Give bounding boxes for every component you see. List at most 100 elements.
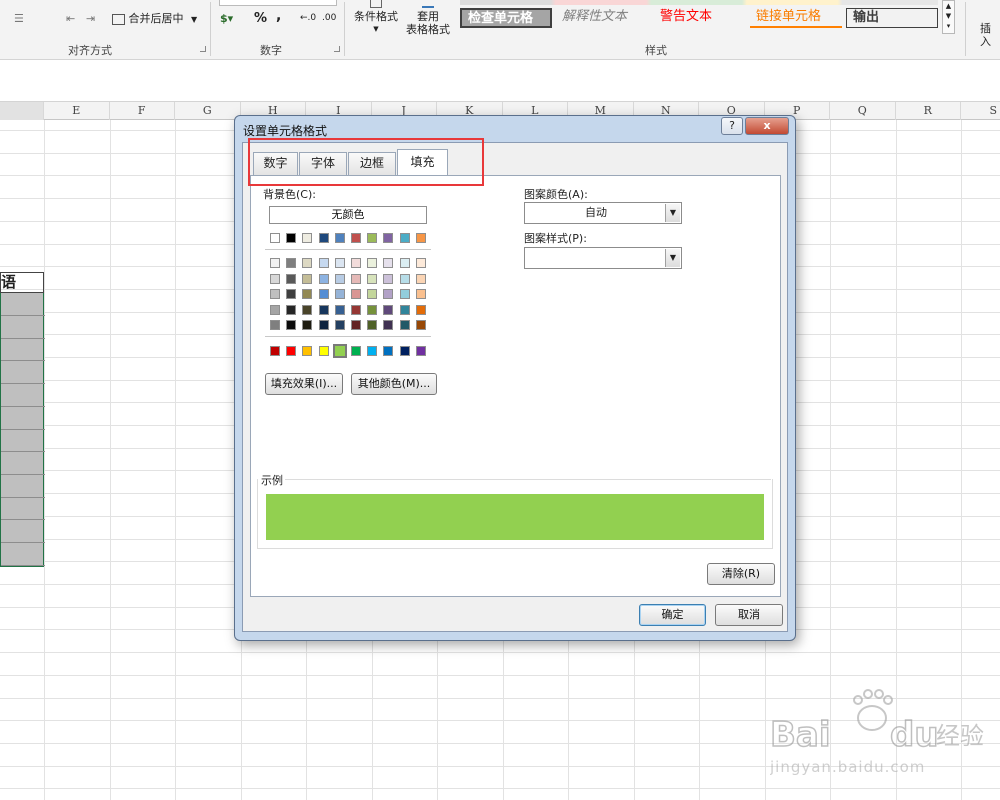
decrease-indent-icon[interactable]: ⇤ — [66, 12, 75, 25]
color-swatch[interactable] — [286, 304, 297, 315]
color-swatch[interactable] — [302, 346, 313, 356]
comma-button[interactable]: , — [276, 9, 281, 23]
color-swatch[interactable] — [270, 289, 280, 299]
color-swatch[interactable] — [351, 304, 361, 315]
color-swatch[interactable] — [334, 233, 345, 243]
number-launcher-icon[interactable] — [334, 46, 340, 52]
color-swatch[interactable] — [367, 233, 378, 243]
color-swatch[interactable] — [383, 346, 394, 356]
style-output[interactable]: 输出 — [846, 8, 938, 28]
color-swatch[interactable] — [351, 258, 361, 268]
color-swatch-selected[interactable] — [332, 344, 347, 358]
color-swatch[interactable] — [286, 346, 297, 356]
styles-scroll[interactable]: ▲ ▼ ▾ — [942, 0, 955, 34]
pattern-color-select[interactable]: 自动 ▼ — [524, 202, 682, 224]
style-check-cell[interactable]: 检查单元格 — [460, 8, 552, 28]
color-swatch[interactable] — [367, 289, 378, 299]
color-swatch[interactable] — [286, 233, 297, 243]
color-swatch[interactable] — [286, 320, 297, 330]
color-swatch[interactable] — [399, 304, 410, 315]
header-cell[interactable]: 语 — [0, 272, 44, 293]
color-swatch[interactable] — [383, 273, 394, 284]
color-swatch[interactable] — [318, 289, 329, 299]
color-swatch[interactable] — [351, 346, 361, 356]
insert-button[interactable]: 插入 — [980, 22, 1000, 48]
no-color-button[interactable]: 无颜色 — [269, 206, 427, 224]
color-swatch[interactable] — [302, 304, 313, 315]
color-swatch[interactable] — [270, 320, 280, 330]
color-swatch[interactable] — [318, 346, 329, 356]
color-swatch[interactable] — [415, 304, 426, 315]
color-swatch[interactable] — [318, 233, 329, 243]
clear-button[interactable]: 清除(R) — [707, 563, 775, 585]
conditional-format-button[interactable]: 条件格式 ▼ — [352, 0, 400, 36]
cancel-button[interactable]: 取消 — [715, 604, 783, 626]
color-swatch[interactable] — [399, 258, 410, 268]
help-button[interactable]: ? — [721, 117, 743, 135]
color-swatch[interactable] — [334, 320, 345, 330]
decrease-decimal-button[interactable]: .00 — [322, 12, 336, 25]
increase-indent-icon[interactable]: ⇥ — [86, 12, 95, 25]
color-swatch[interactable] — [399, 273, 410, 284]
color-swatch[interactable] — [367, 346, 378, 356]
column-header-r[interactable]: R — [896, 102, 961, 120]
color-swatch[interactable] — [367, 273, 378, 284]
fill-effects-button[interactable]: 填充效果(I)... — [265, 373, 343, 395]
column-header-e[interactable]: E — [44, 102, 110, 120]
color-swatch[interactable] — [415, 320, 426, 330]
color-swatch[interactable] — [415, 258, 426, 268]
color-swatch[interactable] — [367, 304, 378, 315]
color-swatch[interactable] — [399, 320, 410, 330]
color-swatch[interactable] — [334, 273, 345, 284]
color-swatch[interactable] — [334, 289, 345, 299]
dropdown-arrow-icon[interactable]: ▼ — [665, 204, 680, 222]
color-swatch[interactable] — [383, 233, 394, 243]
color-swatch[interactable] — [351, 233, 361, 243]
color-swatch[interactable] — [286, 289, 297, 299]
color-swatch[interactable] — [286, 273, 297, 284]
color-swatch[interactable] — [286, 258, 297, 268]
color-swatch[interactable] — [334, 304, 345, 315]
merge-center-button[interactable]: 合并后居中 ▼ — [112, 12, 197, 26]
color-swatch[interactable] — [367, 258, 378, 268]
color-swatch[interactable] — [399, 346, 410, 356]
style-warning-text[interactable]: 警告文本 — [654, 8, 746, 28]
color-swatch[interactable] — [318, 320, 329, 330]
color-swatch[interactable] — [270, 258, 280, 268]
color-swatch[interactable] — [318, 304, 329, 315]
color-swatch[interactable] — [351, 273, 361, 284]
more-colors-button[interactable]: 其他颜色(M)... — [351, 373, 437, 395]
column-header-s[interactable]: S — [961, 102, 1000, 120]
color-swatch[interactable] — [302, 289, 313, 299]
align-left-icon[interactable]: ☰ — [14, 12, 24, 25]
color-swatch[interactable] — [399, 289, 410, 299]
alignment-launcher-icon[interactable] — [200, 46, 206, 52]
table-format-button[interactable]: 套用 表格格式 — [402, 0, 454, 36]
column-header-q[interactable]: Q — [830, 102, 896, 120]
style-linked-cell[interactable]: 链接单元格 — [750, 8, 842, 28]
percent-button[interactable]: % — [254, 12, 267, 25]
color-swatch[interactable] — [383, 320, 394, 330]
color-swatch[interactable] — [270, 233, 280, 243]
color-swatch[interactable] — [415, 289, 426, 299]
color-swatch[interactable] — [302, 273, 313, 284]
color-swatch[interactable] — [351, 289, 361, 299]
dropdown-arrow-icon[interactable]: ▼ — [665, 249, 680, 267]
accounting-format-icon[interactable]: $▾ — [220, 12, 233, 25]
increase-decimal-button[interactable]: ←.0 — [300, 12, 316, 25]
pattern-style-select[interactable]: ▼ — [524, 247, 682, 269]
color-swatch[interactable] — [270, 346, 280, 356]
color-swatch[interactable] — [302, 258, 313, 268]
column-header-f[interactable]: F — [110, 102, 175, 120]
color-swatch[interactable] — [318, 273, 329, 284]
color-swatch[interactable] — [383, 258, 394, 268]
selected-range[interactable] — [0, 292, 45, 567]
column-header-g[interactable]: G — [175, 102, 241, 120]
color-swatch[interactable] — [415, 233, 426, 243]
color-swatch[interactable] — [270, 273, 280, 284]
color-swatch[interactable] — [318, 258, 329, 268]
ok-button[interactable]: 确定 — [639, 604, 706, 626]
color-swatch[interactable] — [302, 320, 313, 330]
color-swatch[interactable] — [383, 304, 394, 315]
close-button[interactable]: x — [745, 117, 789, 135]
